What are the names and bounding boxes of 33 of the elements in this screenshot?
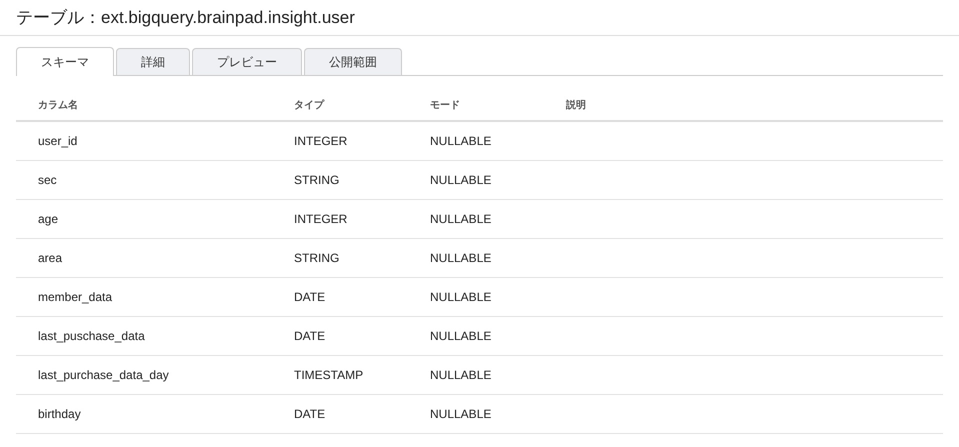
table-cell: INTEGER bbox=[294, 134, 348, 148]
column-header: 説明 bbox=[566, 100, 586, 111]
table-cell: NULLABLE bbox=[430, 329, 492, 343]
table-cell: user_id bbox=[38, 134, 78, 148]
tab[interactable]: スキーマ bbox=[16, 47, 114, 76]
table-cell: area bbox=[38, 251, 62, 265]
table-cell: STRING bbox=[294, 251, 340, 265]
tab[interactable]: プレビュー bbox=[192, 48, 302, 75]
table-cell: NULLABLE bbox=[430, 368, 492, 382]
table-cell: last_purchase_data_day bbox=[38, 368, 169, 382]
table-cell: NULLABLE bbox=[430, 134, 492, 148]
table-cell: age bbox=[38, 212, 58, 226]
table-cell: sec bbox=[38, 173, 57, 187]
table-title: テーブル：ext.bigquery.brainpad.insight.user bbox=[15, 7, 356, 29]
table-cell: last_puschase_data bbox=[38, 329, 145, 343]
column-header: モード bbox=[430, 100, 460, 111]
tab[interactable]: 公開範囲 bbox=[304, 48, 402, 75]
table-cell: DATE bbox=[294, 290, 326, 304]
table-cell: DATE bbox=[294, 407, 326, 421]
table-cell: NULLABLE bbox=[430, 251, 492, 265]
table-cell: NULLABLE bbox=[430, 290, 492, 304]
table-cell: birthday bbox=[38, 407, 81, 421]
table-cell: NULLABLE bbox=[430, 407, 492, 421]
column-header: タイプ bbox=[294, 100, 324, 111]
table-cell: TIMESTAMP bbox=[294, 368, 364, 382]
table-cell: NULLABLE bbox=[430, 212, 492, 226]
table-cell: NULLABLE bbox=[430, 173, 492, 187]
table-cell: STRING bbox=[294, 173, 340, 187]
table-cell: DATE bbox=[294, 329, 326, 343]
table-cell: member_data bbox=[38, 290, 112, 304]
tab[interactable]: 詳細 bbox=[116, 48, 190, 75]
column-header: カラム名 bbox=[38, 100, 78, 111]
table-cell: INTEGER bbox=[294, 212, 348, 226]
